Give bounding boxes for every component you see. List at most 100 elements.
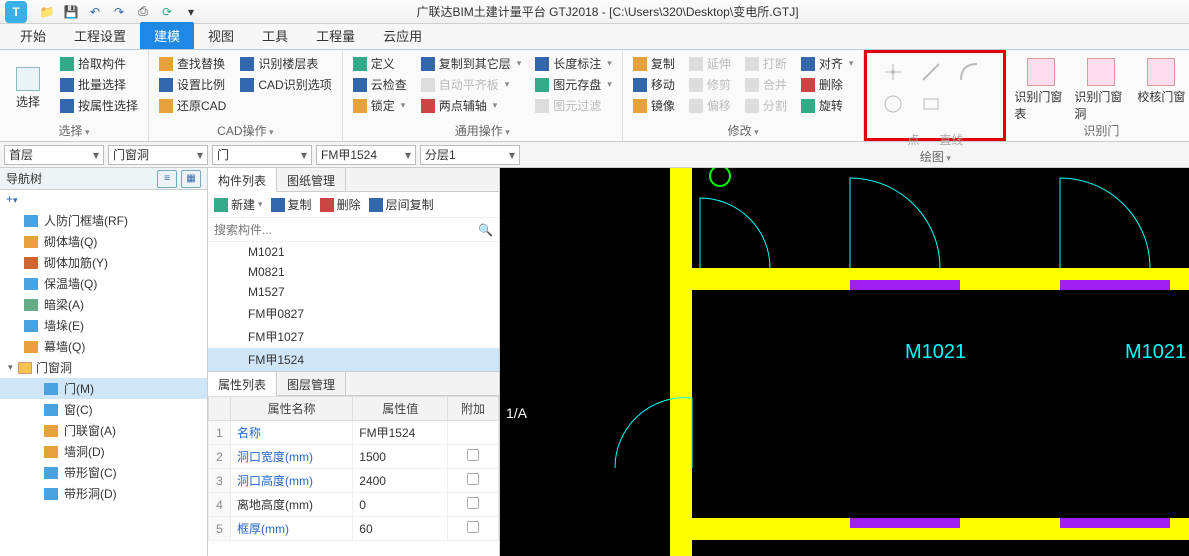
- tab-start[interactable]: 开始: [6, 22, 60, 49]
- property-row[interactable]: 2洞口宽度(mm)1500: [209, 445, 499, 469]
- save-elements-button[interactable]: 图元存盘: [533, 75, 614, 94]
- tab-properties[interactable]: 属性列表: [208, 372, 277, 396]
- cloud-check-button[interactable]: 云检查: [351, 75, 409, 94]
- tab-model[interactable]: 建模: [140, 22, 194, 49]
- tree-item[interactable]: 保温墙(Q): [0, 273, 207, 294]
- category-combo[interactable]: 门窗洞▾: [108, 145, 208, 165]
- tree-item[interactable]: 砌体加筋(Y): [0, 252, 207, 273]
- drawing-canvas[interactable]: 1/A M1021 M1021: [500, 168, 1189, 556]
- nav-add-button[interactable]: +▾: [0, 190, 207, 208]
- tab-view[interactable]: 视图: [194, 22, 248, 49]
- svg-text:1/A: 1/A: [506, 405, 528, 421]
- restore-cad-button[interactable]: 还原CAD: [157, 96, 228, 115]
- component-item[interactable]: FM甲0827: [208, 302, 499, 325]
- nav-title: 导航树: [6, 170, 42, 187]
- copy-component-button[interactable]: 复制: [271, 196, 312, 213]
- arc-icon[interactable]: [951, 57, 987, 87]
- tree-item[interactable]: 门联窗(A): [0, 420, 207, 441]
- pick-component-button[interactable]: 拾取构件: [58, 54, 140, 73]
- property-row[interactable]: 1名称FM甲1524: [209, 421, 499, 445]
- find-replace-button[interactable]: 查找替换: [157, 54, 228, 73]
- length-dim-button[interactable]: 长度标注: [533, 54, 614, 73]
- point-icon[interactable]: [875, 57, 911, 87]
- define-button[interactable]: 定义: [351, 54, 409, 73]
- component-item[interactable]: FM甲1027: [208, 325, 499, 348]
- tree-item[interactable]: 幕墙(Q): [0, 336, 207, 357]
- qat-save-icon[interactable]: 💾: [62, 3, 80, 21]
- tree-item[interactable]: 窗(C): [0, 399, 207, 420]
- group-label-draw[interactable]: 绘图: [920, 150, 951, 164]
- tree-group-door-window[interactable]: ▾门窗洞: [0, 357, 207, 378]
- new-component-button[interactable]: 新建▾: [214, 196, 263, 213]
- tab-drawing-mgmt[interactable]: 图纸管理: [277, 168, 346, 191]
- search-icon[interactable]: 🔍: [478, 223, 493, 237]
- interfloor-copy-button[interactable]: 层间复制: [369, 196, 434, 213]
- tab-project-settings[interactable]: 工程设置: [60, 22, 140, 49]
- component-combo[interactable]: FM甲1524▾: [316, 145, 416, 165]
- qat-redo-icon[interactable]: ↷: [110, 3, 128, 21]
- group-label-modify[interactable]: 修改: [728, 124, 759, 138]
- nav-grid-icon[interactable]: ▦: [181, 170, 201, 188]
- tree-item[interactable]: 门(M): [0, 378, 207, 399]
- property-table[interactable]: 属性名称 属性值 附加 1名称FM甲15242洞口宽度(mm)15003洞口高度…: [208, 396, 499, 541]
- tab-cloud[interactable]: 云应用: [369, 22, 436, 49]
- tab-tools[interactable]: 工具: [248, 22, 302, 49]
- tree-item[interactable]: 人防门框墙(RF): [0, 210, 207, 231]
- type-combo[interactable]: 门▾: [212, 145, 312, 165]
- group-label-select[interactable]: 选择: [58, 124, 89, 138]
- group-label-general[interactable]: 通用操作: [455, 124, 510, 138]
- qat-print-icon[interactable]: ⎙: [134, 3, 152, 21]
- component-item[interactable]: M0821: [208, 262, 499, 282]
- qat-undo-icon[interactable]: ↶: [86, 3, 104, 21]
- tree-item[interactable]: 墙洞(D): [0, 441, 207, 462]
- tree-item[interactable]: 砌体墙(Q): [0, 231, 207, 252]
- nav-tree[interactable]: 人防门框墙(RF)砌体墙(Q)砌体加筋(Y)保温墙(Q)暗梁(A)墙垛(E)幕墙…: [0, 208, 207, 556]
- property-row[interactable]: 4离地高度(mm)0: [209, 493, 499, 517]
- mirror-button[interactable]: 镜像: [631, 96, 677, 115]
- set-scale-button[interactable]: 设置比例: [157, 75, 228, 94]
- select-by-property-button[interactable]: 按属性选择: [58, 96, 140, 115]
- verify-door-button[interactable]: 校核门窗: [1134, 54, 1188, 122]
- component-item[interactable]: FM甲1524: [208, 348, 499, 371]
- qat-refresh-icon[interactable]: ⟳: [158, 3, 176, 21]
- tab-layer-mgmt[interactable]: 图层管理: [277, 372, 346, 395]
- nav-list-icon[interactable]: ≡: [157, 170, 177, 188]
- rotate-button[interactable]: 旋转: [799, 96, 856, 115]
- qat-menu-icon[interactable]: ▾: [182, 3, 200, 21]
- tree-item[interactable]: 带形窗(C): [0, 462, 207, 483]
- component-list[interactable]: M1021M0821M1527FM甲0827FM甲1027FM甲1524: [208, 242, 499, 371]
- floor-combo[interactable]: 首层▾: [4, 145, 104, 165]
- component-item[interactable]: M1021: [208, 242, 499, 262]
- line-icon[interactable]: [913, 57, 949, 87]
- qat-open-icon[interactable]: 📁: [38, 3, 56, 21]
- tree-item[interactable]: 墙垛(E): [0, 315, 207, 336]
- delete-button[interactable]: 删除: [799, 75, 856, 94]
- recognize-door-table-button[interactable]: 识别门窗表: [1014, 54, 1068, 122]
- tree-item[interactable]: 暗梁(A): [0, 294, 207, 315]
- property-row[interactable]: 5框厚(mm)60: [209, 517, 499, 541]
- tab-quantity[interactable]: 工程量: [302, 22, 369, 49]
- component-search[interactable]: 🔍: [208, 218, 499, 242]
- batch-select-button[interactable]: 批量选择: [58, 75, 140, 94]
- lock-button[interactable]: 锁定: [351, 96, 409, 115]
- recognize-floor-table-button[interactable]: 识别楼层表: [238, 54, 333, 73]
- two-point-axis-button[interactable]: 两点辅轴: [419, 96, 524, 115]
- search-input[interactable]: [214, 223, 478, 237]
- copy-to-other-layer-button[interactable]: 复制到其它层: [419, 54, 524, 73]
- rect-icon[interactable]: [875, 89, 911, 119]
- align-button[interactable]: 对齐: [799, 54, 856, 73]
- cad-recognize-options-button[interactable]: CAD识别选项: [238, 75, 333, 94]
- rect2-icon[interactable]: [913, 89, 949, 119]
- component-item[interactable]: M1527: [208, 282, 499, 302]
- group-label-cad[interactable]: CAD操作: [217, 124, 273, 138]
- tab-component-list[interactable]: 构件列表: [208, 168, 277, 192]
- select-icon: [16, 67, 40, 91]
- move-button[interactable]: 移动: [631, 75, 677, 94]
- recognize-door-opening-button[interactable]: 识别门窗洞: [1074, 54, 1128, 122]
- select-big-button[interactable]: 选择: [8, 54, 48, 122]
- tree-item[interactable]: 带形洞(D): [0, 483, 207, 504]
- property-row[interactable]: 3洞口高度(mm)2400: [209, 469, 499, 493]
- layer-combo[interactable]: 分层1▾: [420, 145, 520, 165]
- delete-component-button[interactable]: 删除: [320, 196, 361, 213]
- copy-button[interactable]: 复制: [631, 54, 677, 73]
